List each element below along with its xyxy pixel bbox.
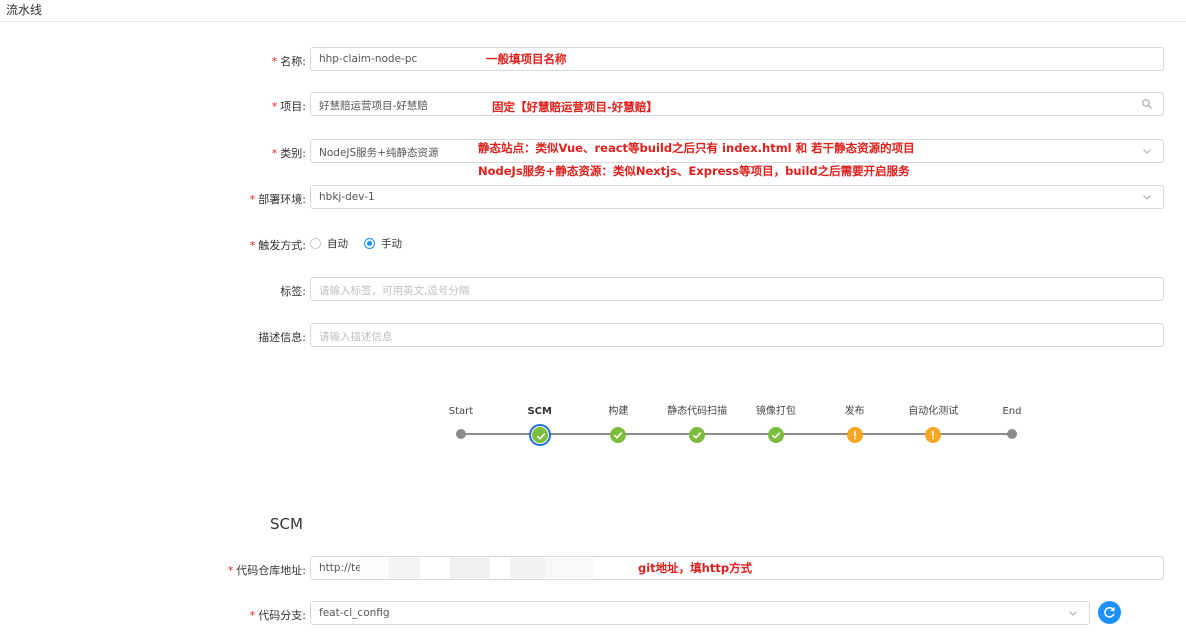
branch-row: * 代码分支: feat-ci_config [0, 601, 1186, 627]
check-circle-icon [610, 427, 627, 443]
env-row: * 部署环境: hbkj-dev-1 [0, 185, 1186, 211]
required-mark: * [271, 55, 278, 68]
trigger-radio-group: 自动 手动 [310, 236, 418, 251]
check-circle-active-icon [528, 424, 551, 446]
project-value: 好慧赔运营项目-好慧赔 [319, 100, 428, 112]
page-title: 流水线 [6, 3, 43, 17]
warning-circle-icon [846, 427, 863, 443]
pipeline-steps: Start SCM 构建 静态代码扫描 镜像打包 发布 自动化测试 End [430, 405, 1050, 455]
required-mark: * [249, 609, 256, 622]
env-select[interactable]: hbkj-dev-1 [310, 185, 1164, 209]
refresh-icon [1104, 607, 1115, 618]
branch-select[interactable]: feat-ci_config [310, 601, 1090, 625]
pipeline-step[interactable]: 自动化测试 [893, 405, 973, 443]
repo-row: * 代码仓库地址: http://te git地址，填http方式 [0, 556, 1186, 582]
tags-row: 标签: 请输入标签，可用英文,逗号分隔 [0, 277, 1186, 303]
pipeline-step-label: End [1002, 406, 1022, 417]
redaction-block [388, 558, 420, 578]
category-annotation-static: 静态站点：类似Vue、react等build之后只有 index.html 和 … [478, 141, 915, 155]
redaction-block [510, 558, 546, 578]
project-row: * 项目: 好慧赔运营项目-好慧赔 固定【好慧赔运营项目-好慧赔】 [0, 92, 1186, 118]
redaction-block [450, 558, 490, 578]
pipeline-step-label: 静态代码扫描 [667, 406, 728, 417]
pipeline-step[interactable]: End [972, 405, 1052, 439]
project-label-text: 项目: [280, 100, 306, 113]
env-value: hbkj-dev-1 [319, 191, 375, 203]
name-annotation: 一般填项目名称 [486, 52, 567, 66]
required-mark: * [271, 100, 278, 113]
redaction-block [360, 558, 386, 578]
chevron-down-icon [1143, 149, 1151, 154]
pipeline-step[interactable]: 发布 [815, 405, 895, 443]
pipeline-step-label: 自动化测试 [908, 406, 959, 417]
category-annotation-node: NodeJs服务+静态资源：类似Nextjs、Express等项目，build之… [478, 164, 910, 178]
repo-label: * 代码仓库地址: [228, 562, 306, 578]
check-circle-icon [689, 427, 706, 443]
required-mark: * [249, 193, 256, 206]
name-input[interactable]: hhp-claim-node-pc [310, 47, 1164, 71]
pipeline-step[interactable]: 镜像打包 [736, 405, 816, 443]
trigger-row: * 触发方式: 自动 手动 [0, 231, 1186, 257]
pipeline-step-label: 构建 [608, 406, 629, 417]
warning-circle-icon [925, 427, 942, 443]
category-row: * 类别: NodeJS服务+纯静态资源 静态站点：类似Vue、react等bui… [0, 139, 1186, 178]
radio-checked-icon[interactable] [364, 238, 375, 249]
refresh-branch-button[interactable] [1098, 601, 1121, 624]
trigger-option-auto-label: 自动 [327, 238, 348, 250]
check-circle-icon [767, 427, 784, 443]
env-label: * 部署环境: [250, 191, 306, 207]
repo-label-text: 代码仓库地址: [236, 564, 306, 577]
pipeline-step[interactable]: 构建 [578, 405, 658, 443]
repo-value: http://te [319, 562, 362, 574]
chevron-down-icon [1069, 611, 1077, 616]
branch-label-text: 代码分支: [258, 609, 306, 622]
required-mark: * [271, 147, 278, 160]
trigger-label-text: 触发方式: [258, 239, 306, 252]
category-label: * 类别: [272, 145, 306, 161]
project-annotation: 固定【好慧赔运营项目-好慧赔】 [492, 100, 658, 114]
pipeline-step[interactable]: Start [421, 405, 501, 439]
step-dot-icon [456, 429, 466, 439]
desc-input[interactable]: 请输入描述信息 [310, 323, 1164, 347]
title-divider [0, 21, 1186, 22]
name-row: * 名称: hhp-claim-node-pc 一般填项目名称 [0, 47, 1186, 73]
category-value: NodeJS服务+纯静态资源 [319, 147, 439, 159]
step-dot-icon [1007, 429, 1017, 439]
search-icon[interactable] [1141, 98, 1153, 110]
branch-value: feat-ci_config [319, 607, 390, 619]
project-select[interactable]: 好慧赔运营项目-好慧赔 [310, 92, 1164, 116]
pipeline-step[interactable]: 静态代码扫描 [657, 405, 737, 443]
required-mark: * [227, 564, 234, 577]
name-label: * 名称: [272, 53, 306, 69]
pipeline-step-label: 发布 [844, 406, 865, 417]
chevron-down-icon [1143, 195, 1151, 200]
required-mark: * [249, 239, 256, 252]
tags-label: 标签: [280, 285, 306, 298]
project-label: * 项目: [272, 98, 306, 114]
pipeline-step-label: SCM [527, 406, 552, 417]
repo-annotation: git地址，填http方式 [638, 561, 753, 575]
category-label-text: 类别: [280, 147, 306, 160]
desc-row: 描述信息: 请输入描述信息 [0, 323, 1186, 349]
pipeline-step-label: Start [448, 406, 474, 417]
pipeline-step[interactable]: SCM [500, 405, 580, 446]
name-label-text: 名称: [280, 55, 306, 68]
radio-unchecked-icon[interactable] [310, 238, 321, 249]
redaction-block [546, 558, 594, 578]
scm-section-title: SCM [270, 515, 303, 533]
desc-label: 描述信息: [258, 331, 306, 344]
env-label-text: 部署环境: [258, 193, 306, 206]
tags-input[interactable]: 请输入标签，可用英文,逗号分隔 [310, 277, 1164, 301]
trigger-option-auto[interactable]: 自动 [310, 236, 348, 251]
branch-label: * 代码分支: [250, 607, 306, 623]
trigger-option-manual-label: 手动 [381, 238, 402, 250]
trigger-option-manual[interactable]: 手动 [364, 236, 402, 251]
trigger-label: * 触发方式: [250, 237, 306, 253]
pipeline-step-label: 镜像打包 [755, 406, 796, 417]
